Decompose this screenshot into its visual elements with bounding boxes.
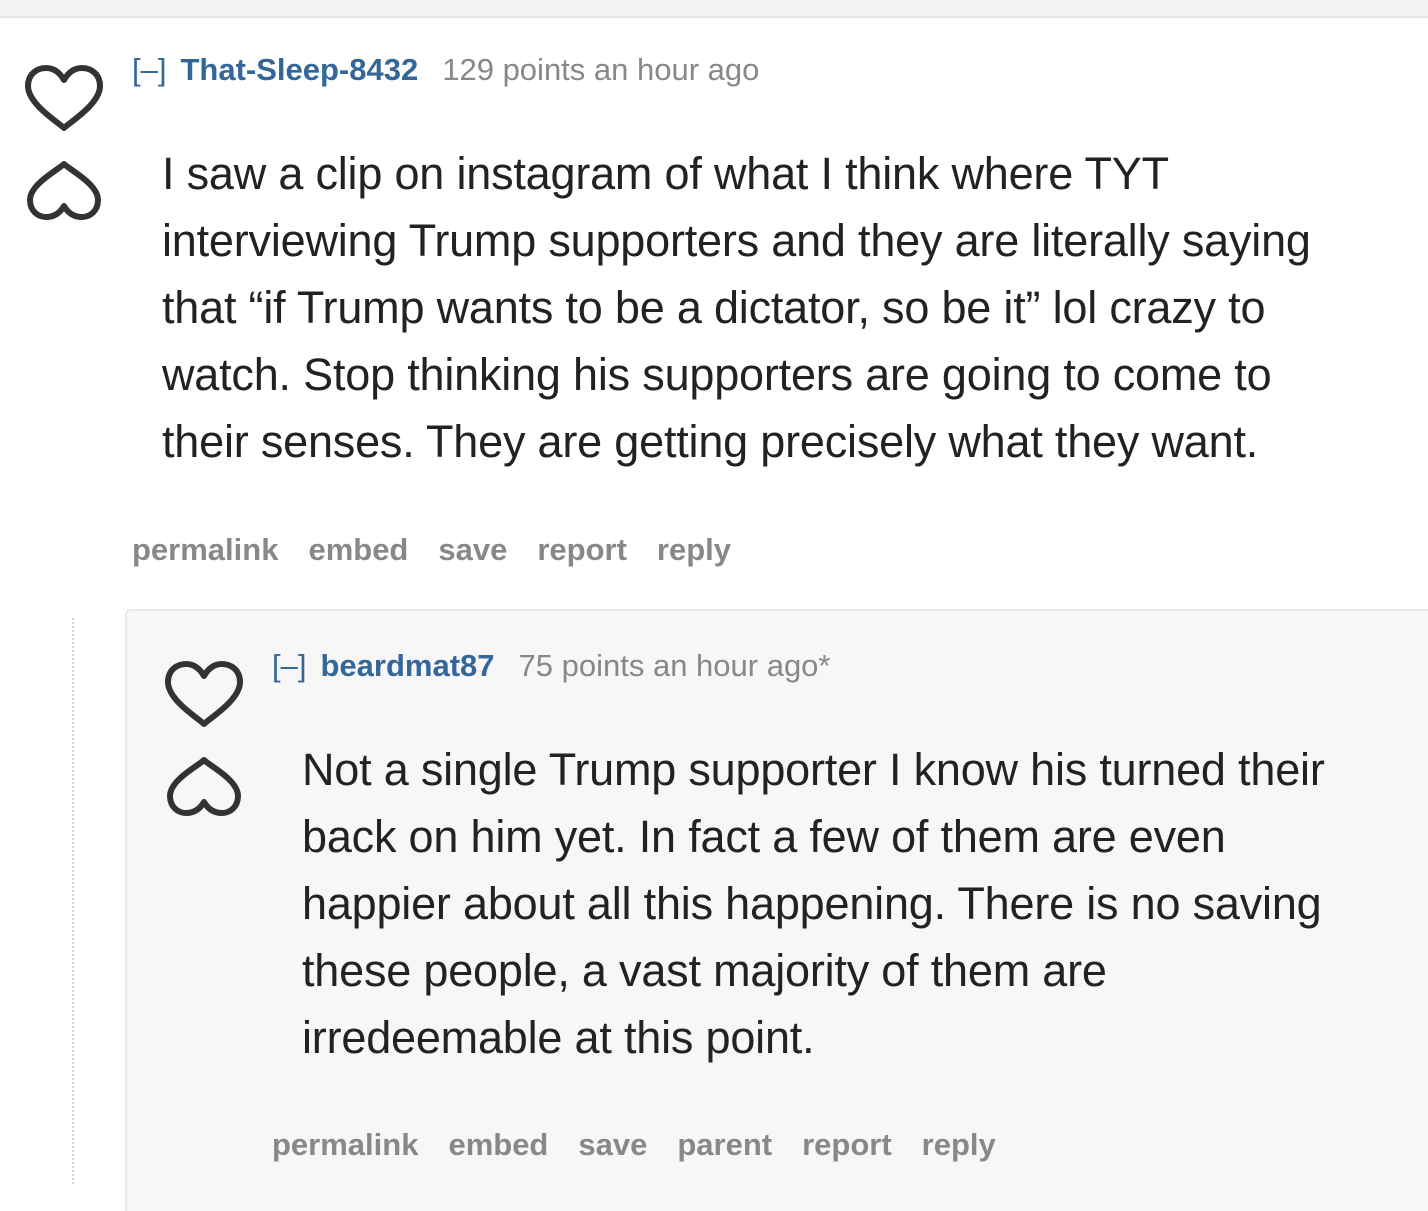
vote-arrows — [162, 658, 246, 828]
save-button[interactable]: save — [578, 1127, 647, 1162]
comment-body: Not a single Trump supporter I know his … — [302, 736, 1422, 1071]
permalink-button[interactable]: permalink — [272, 1127, 418, 1162]
comment-buttons: permalink embed save parent report reply — [272, 1127, 1026, 1163]
reply-button[interactable]: reply — [922, 1127, 996, 1162]
comment-time: an hour ago* — [652, 648, 831, 683]
comment-score: 75 points — [518, 648, 645, 683]
parent-button[interactable]: parent — [677, 1127, 772, 1162]
comment-tagline: [–] beardmat87 75 points an hour ago* — [272, 648, 831, 684]
embed-button[interactable]: embed — [448, 1127, 548, 1162]
collapse-toggle[interactable]: [–] — [272, 648, 306, 683]
downvote-heart-icon[interactable] — [162, 752, 246, 820]
comment-body-line: irredeemable at this point. — [302, 1012, 815, 1063]
comment-body-line: back on him yet. In fact a few of them a… — [302, 811, 1226, 862]
report-button[interactable]: report — [802, 1127, 892, 1162]
comment-body-line: happier about all this happening. There … — [302, 878, 1322, 929]
comment-2: [–] beardmat87 75 points an hour ago* Not … — [0, 0, 1428, 1184]
comment-author[interactable]: beardmat87 — [320, 648, 494, 683]
upvote-heart-icon[interactable] — [162, 658, 246, 732]
comment-body-line: Not a single Trump supporter I know his … — [302, 744, 1325, 795]
comment-body-line: these people, a vast majority of them ar… — [302, 945, 1107, 996]
